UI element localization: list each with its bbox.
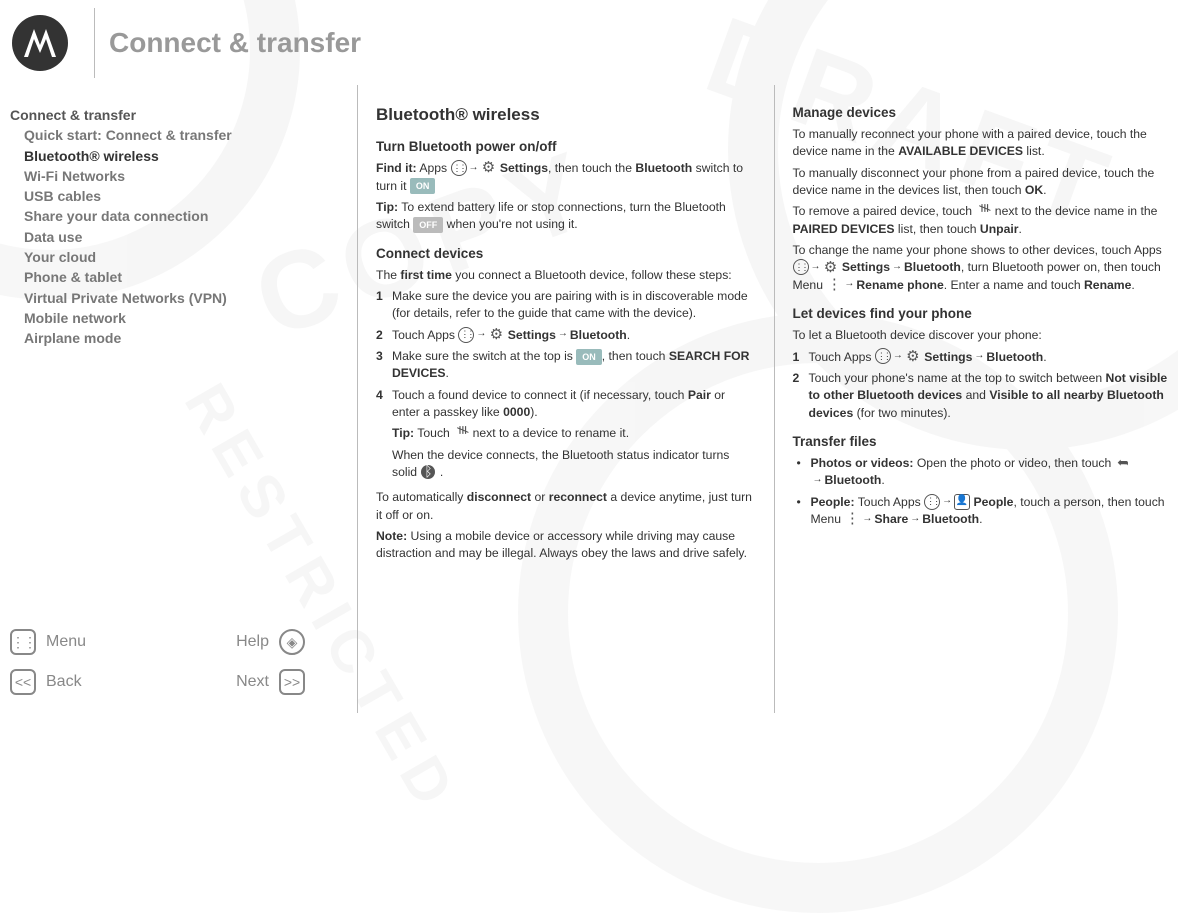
table-of-contents: Connect & transfer Quick start: Connect … xyxy=(0,85,345,349)
tip-paragraph: Tip: To extend battery life or stop conn… xyxy=(376,199,756,234)
help-icon: ◈ xyxy=(279,629,305,655)
on-pill: ON xyxy=(576,349,602,365)
paragraph: To change the name your phone shows to o… xyxy=(793,242,1173,294)
share-icon xyxy=(1115,455,1131,471)
subsection-heading: Let devices find your phone xyxy=(793,304,1173,323)
paragraph: To manually reconnect your phone with a … xyxy=(793,126,1173,161)
on-pill: ON xyxy=(410,178,436,194)
toc-item[interactable]: Airplane mode xyxy=(10,328,335,348)
section-heading: Bluetooth® wireless xyxy=(376,103,756,127)
sliders-icon xyxy=(975,203,991,219)
next-icon: >> xyxy=(279,669,305,695)
step-2: 2Touch Apps → Settings→Bluetooth. xyxy=(376,327,756,344)
header-bar: Connect & transfer xyxy=(0,0,1178,85)
page-title: Connect & transfer xyxy=(109,27,361,59)
subsection-heading: Turn Bluetooth power on/off xyxy=(376,137,756,156)
bluetooth-icon xyxy=(420,464,436,480)
toc-item[interactable]: Wi-Fi Networks xyxy=(10,166,335,186)
column-divider xyxy=(357,85,358,713)
gear-icon xyxy=(488,327,504,343)
apps-icon xyxy=(924,494,940,510)
gear-icon xyxy=(481,160,497,176)
find-it-line: Find it: Apps → Settings, then touch the… xyxy=(376,160,756,195)
grid-icon xyxy=(10,629,36,655)
paragraph: To manually disconnect your phone from a… xyxy=(793,165,1173,200)
back-button[interactable]: << Back xyxy=(10,669,82,695)
toc-item[interactable]: Data use xyxy=(10,227,335,247)
next-label: Next xyxy=(236,673,269,691)
apps-icon xyxy=(458,327,474,343)
content-column-1: Bluetooth® wireless Turn Bluetooth power… xyxy=(370,85,762,713)
toc-item[interactable]: Your cloud xyxy=(10,247,335,267)
step-2: 2Touch your phone's name at the top to s… xyxy=(793,370,1173,422)
help-label: Help xyxy=(236,633,269,651)
toc-item-active[interactable]: Bluetooth® wireless xyxy=(10,146,335,166)
apps-icon xyxy=(451,160,467,176)
toc-item[interactable]: Mobile network xyxy=(10,308,335,328)
step-1: 1Make sure the device you are pairing wi… xyxy=(376,288,756,323)
toc-item[interactable]: Phone & tablet xyxy=(10,267,335,287)
motorola-logo xyxy=(12,15,68,71)
header-divider xyxy=(94,8,95,78)
menu-label: Menu xyxy=(46,633,86,651)
apps-icon xyxy=(875,348,891,364)
menu-icon xyxy=(826,277,842,293)
apps-icon xyxy=(793,259,809,275)
toc-item[interactable]: USB cables xyxy=(10,186,335,206)
gear-icon xyxy=(823,259,839,275)
step-3: 3Make sure the switch at the top is ON, … xyxy=(376,348,756,383)
gear-icon xyxy=(905,348,921,364)
paragraph: To remove a paired device, touch next to… xyxy=(793,203,1173,238)
toc-item[interactable]: Quick start: Connect & transfer xyxy=(10,125,335,145)
column-divider xyxy=(774,85,775,713)
paragraph: To let a Bluetooth device discover your … xyxy=(793,327,1173,344)
next-button[interactable]: Next >> xyxy=(236,669,305,695)
step-1: 1Touch Apps → Settings→Bluetooth. xyxy=(793,349,1173,366)
paragraph: To automatically disconnect or reconnect… xyxy=(376,489,756,524)
note-paragraph: Note: Using a mobile device or accessory… xyxy=(376,528,756,563)
content-column-2: Manage devices To manually reconnect you… xyxy=(787,85,1178,713)
back-icon: << xyxy=(10,669,36,695)
bullet-item: •People: Touch Apps → People, touch a pe… xyxy=(797,494,1173,529)
paragraph: The first time you connect a Bluetooth d… xyxy=(376,267,756,284)
toc-item[interactable]: Share your data connection xyxy=(10,206,335,226)
menu-icon xyxy=(844,511,860,527)
toc-section-head[interactable]: Connect & transfer xyxy=(10,105,335,125)
subsection-heading: Manage devices xyxy=(793,103,1173,122)
toc-item[interactable]: Virtual Private Networks (VPN) xyxy=(10,288,335,308)
bullet-item: •Photos or videos: Open the photo or vid… xyxy=(797,455,1173,490)
back-label: Back xyxy=(46,673,82,691)
sliders-icon xyxy=(453,425,469,441)
off-pill: OFF xyxy=(413,217,443,233)
people-icon xyxy=(954,494,970,510)
step-4: 4 Touch a found device to connect it (if… xyxy=(376,387,756,486)
subsection-heading: Connect devices xyxy=(376,244,756,263)
subsection-heading: Transfer files xyxy=(793,432,1173,451)
help-button[interactable]: Help ◈ xyxy=(236,629,305,655)
menu-button[interactable]: Menu xyxy=(10,629,86,655)
